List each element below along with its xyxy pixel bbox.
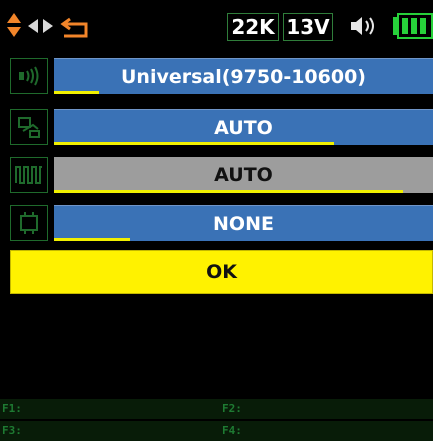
ok-button[interactable]: OK — [10, 250, 433, 294]
switch-value: AUTO — [214, 116, 273, 139]
switch-level-bar — [54, 142, 335, 145]
lnb-type-value: Universal(9750-10600) — [121, 65, 366, 88]
band-icon — [10, 157, 48, 193]
positioner-field[interactable]: NONE — [54, 205, 433, 241]
battery-icon — [392, 13, 433, 44]
lnb-type-field[interactable]: Universal(9750-10600) — [54, 58, 433, 94]
band-value: AUTO — [214, 164, 273, 186]
f2-key[interactable]: F2: — [222, 402, 242, 415]
switch-field[interactable]: AUTO — [54, 109, 433, 145]
updown-arrow-icon[interactable] — [6, 11, 22, 44]
left-arrow-icon[interactable] — [28, 19, 38, 38]
menu-row-lnb[interactable]: Universal(9750-10600) — [10, 58, 433, 94]
f3-key[interactable]: F3: — [2, 424, 22, 437]
lnb-icon — [10, 58, 48, 94]
right-arrow-icon[interactable] — [43, 19, 53, 38]
ok-button-label: OK — [206, 261, 237, 283]
lnb-type-level-bar — [54, 91, 100, 94]
return-icon[interactable] — [60, 16, 90, 43]
f4-key[interactable]: F4: — [222, 424, 242, 437]
positioner-level-bar — [54, 238, 130, 241]
switch-icon — [10, 109, 48, 145]
band-field-selected[interactable]: AUTO — [54, 157, 433, 193]
f1-key[interactable]: F1: — [2, 402, 22, 415]
band-level-bar — [54, 190, 403, 193]
positioner-value: NONE — [213, 212, 274, 235]
function-key-bar-top: F1: F2: — [0, 399, 433, 419]
menu-row-band[interactable]: AUTO — [10, 157, 433, 193]
tone-indicator: 22K — [227, 13, 279, 41]
voltage-indicator: 13V — [283, 13, 333, 41]
speaker-icon — [349, 15, 377, 42]
function-key-bar-bottom: F3: F4: — [0, 421, 433, 441]
status-bar: 22K 13V — [0, 0, 433, 52]
menu-row-positioner[interactable]: NONE — [10, 205, 433, 241]
menu-row-switch[interactable]: AUTO — [10, 109, 433, 145]
positioner-icon — [10, 205, 48, 241]
